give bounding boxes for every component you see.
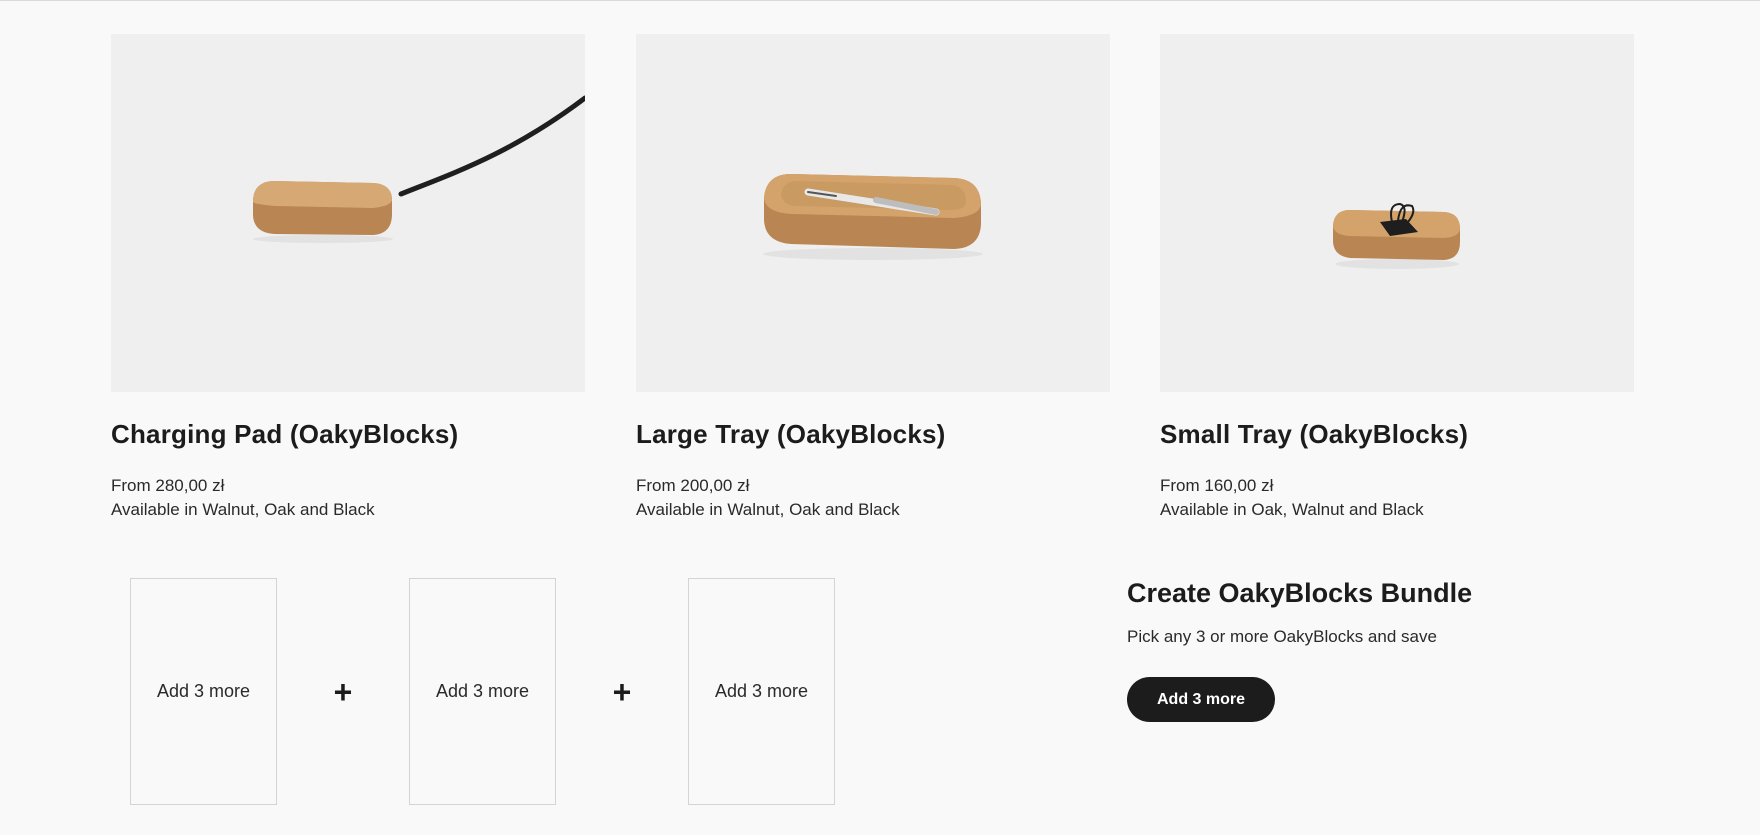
charging-pad-image[interactable] xyxy=(111,34,585,392)
product-availability: Available in Walnut, Oak and Black xyxy=(636,500,900,519)
product-card-charging-pad[interactable]: Charging Pad (OakyBlocks) From 280,00 zł… xyxy=(111,34,585,522)
product-price: From 200,00 zł xyxy=(636,476,750,495)
plus-icon: + xyxy=(333,674,353,710)
bundle-slot-2[interactable]: Add 3 more xyxy=(409,578,556,805)
large-tray-image[interactable] xyxy=(636,34,1110,392)
bundle-subtitle: Pick any 3 or more OakyBlocks and save xyxy=(1127,627,1437,646)
bundle-slot-label: Add 3 more xyxy=(156,681,251,701)
top-divider xyxy=(0,0,1760,1)
product-price: From 160,00 zł xyxy=(1160,476,1274,495)
product-title[interactable]: Charging Pad (OakyBlocks) xyxy=(111,419,585,450)
small-tray-image[interactable] xyxy=(1160,34,1634,392)
page: Charging Pad (OakyBlocks) From 280,00 zł… xyxy=(0,0,1760,835)
product-availability: Available in Oak, Walnut and Black xyxy=(1160,500,1424,519)
bundle-slot-3[interactable]: Add 3 more xyxy=(688,578,835,805)
product-title[interactable]: Large Tray (OakyBlocks) xyxy=(636,419,1110,450)
bundle-slot-1[interactable]: Add 3 more xyxy=(130,578,277,805)
bundle-title: Create OakyBlocks Bundle xyxy=(1127,578,1473,608)
product-card-small-tray[interactable]: Small Tray (OakyBlocks) From 160,00 zł A… xyxy=(1160,34,1634,522)
product-availability: Available in Walnut, Oak and Black xyxy=(111,500,375,519)
add-to-bundle-button[interactable]: Add 3 more xyxy=(1127,677,1276,722)
bundle-slot-label: Add 3 more xyxy=(714,681,809,701)
plus-icon: + xyxy=(612,674,632,710)
product-price: From 280,00 zł xyxy=(111,476,225,495)
bundle-panel: Create OakyBlocks Bundle Pick any 3 or m… xyxy=(1127,578,1687,722)
product-card-large-tray[interactable]: Large Tray (OakyBlocks) From 200,00 zł A… xyxy=(636,34,1110,522)
bundle-slot-label: Add 3 more xyxy=(435,681,530,701)
product-title[interactable]: Small Tray (OakyBlocks) xyxy=(1160,419,1634,450)
